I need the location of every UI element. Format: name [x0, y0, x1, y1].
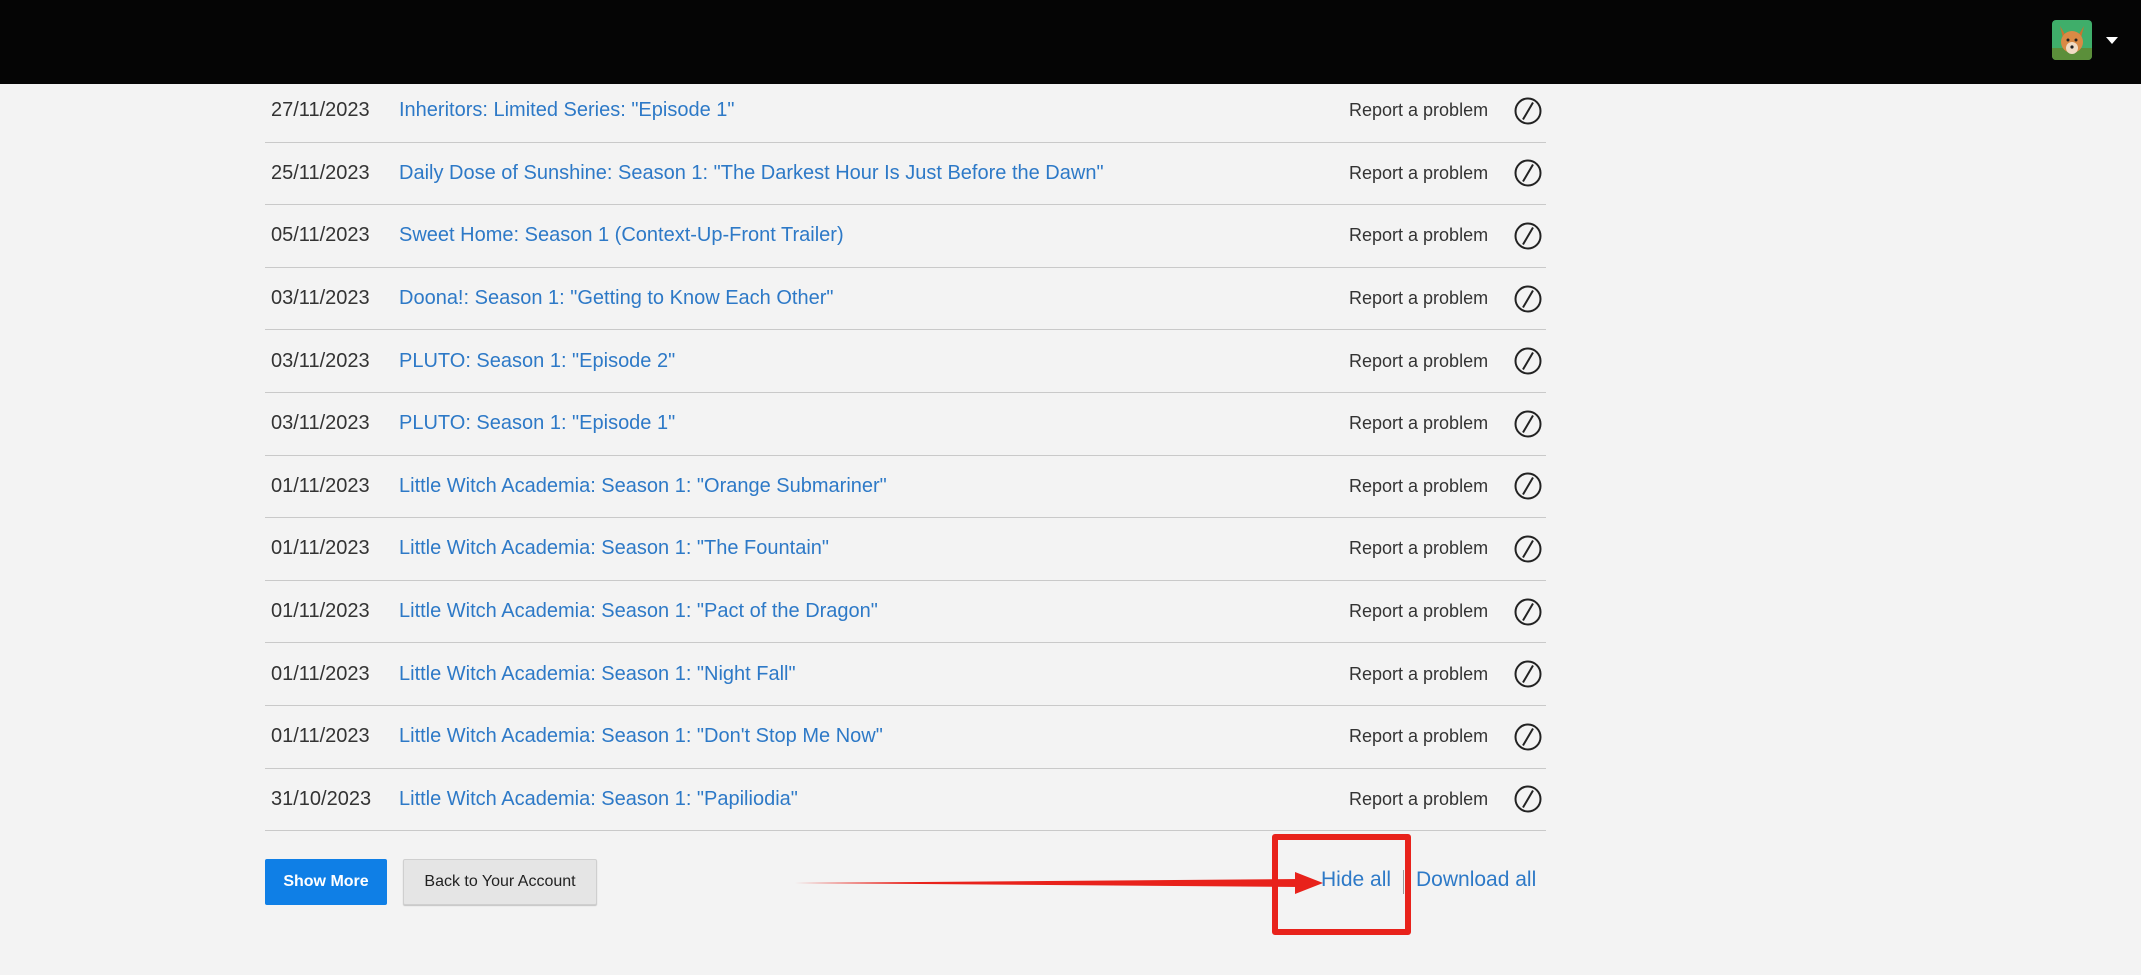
back-to-account-button[interactable]: Back to Your Account: [403, 859, 597, 905]
activity-row: 01/11/2023 Little Witch Academia: Season …: [265, 581, 1546, 644]
report-problem-link[interactable]: Report a problem: [1349, 726, 1488, 747]
row-title-link[interactable]: Little Witch Academia: Season 1: "Orange…: [399, 475, 887, 498]
row-title-link[interactable]: Little Witch Academia: Season 1: "Papili…: [399, 788, 798, 811]
report-problem-link[interactable]: Report a problem: [1349, 225, 1488, 246]
row-date: 25/11/2023: [271, 161, 370, 184]
caret-down-icon[interactable]: [2106, 37, 2118, 44]
row-date: 03/11/2023: [271, 287, 370, 310]
activity-row: 03/11/2023 PLUTO: Season 1: "Episode 2" Re…: [265, 330, 1546, 393]
viewing-activity-list: 07/12/2023Castaway Diva: Limited Series:…: [265, 20, 1546, 832]
report-problem-link[interactable]: Report a problem: [1349, 351, 1488, 372]
hide-from-history-icon[interactable]: [1513, 284, 1543, 314]
link-divider: [1403, 870, 1404, 894]
hide-all-link[interactable]: Hide all: [1321, 868, 1391, 892]
hide-from-history-icon[interactable]: [1513, 534, 1543, 564]
download-all-link[interactable]: Download all: [1416, 868, 1536, 892]
row-date: 01/11/2023: [271, 600, 370, 623]
report-problem-link[interactable]: Report a problem: [1349, 413, 1488, 434]
row-title-link[interactable]: Little Witch Academia: Season 1: "Night …: [399, 663, 796, 686]
row-title-link[interactable]: PLUTO: Season 1: "Episode 1": [399, 412, 675, 435]
row-date: 27/11/2023: [271, 99, 370, 122]
activity-row: 03/11/2023 Doona!: Season 1: "Getting to …: [265, 268, 1546, 331]
report-problem-link[interactable]: Report a problem: [1349, 476, 1488, 497]
row-title-link[interactable]: Doona!: Season 1: "Getting to Know Each …: [399, 287, 833, 310]
report-problem-link[interactable]: Report a problem: [1349, 538, 1488, 559]
fox-avatar-icon[interactable]: [2052, 20, 2092, 60]
hide-from-history-icon[interactable]: [1513, 96, 1543, 126]
report-problem-link[interactable]: Report a problem: [1349, 163, 1488, 184]
report-problem-link[interactable]: Report a problem: [1349, 288, 1488, 309]
activity-row: 05/11/2023 Sweet Home: Season 1 (Context-…: [265, 205, 1546, 268]
row-date: 03/11/2023: [271, 349, 370, 372]
hide-from-history-icon[interactable]: [1513, 471, 1543, 501]
row-title-link[interactable]: Little Witch Academia: Season 1: "Pact o…: [399, 600, 878, 623]
annotation-arrow: [795, 872, 1323, 894]
report-problem-link[interactable]: Report a problem: [1349, 100, 1488, 121]
row-title-link[interactable]: Little Witch Academia: Season 1: "Don't …: [399, 725, 883, 748]
hide-from-history-icon[interactable]: [1513, 784, 1543, 814]
activity-row: 03/11/2023 PLUTO: Season 1: "Episode 1" Re…: [265, 393, 1546, 456]
activity-row: 01/11/2023 Little Witch Academia: Season …: [265, 518, 1546, 581]
row-date: 31/10/2023: [271, 787, 372, 810]
report-problem-link[interactable]: Report a problem: [1349, 789, 1488, 810]
row-date: 01/11/2023: [271, 537, 370, 560]
row-title-link[interactable]: Sweet Home: Season 1 (Context-Up-Front T…: [399, 224, 844, 247]
activity-row: 27/11/2023 Inheritors: Limited Series: "E…: [265, 80, 1546, 143]
row-date: 01/11/2023: [271, 725, 370, 748]
row-date: 03/11/2023: [271, 412, 370, 435]
row-title-link[interactable]: Inheritors: Limited Series: "Episode 1": [399, 99, 734, 122]
activity-row: 01/11/2023 Little Witch Academia: Season …: [265, 643, 1546, 706]
activity-row: 25/11/2023 Daily Dose of Sunshine: Season…: [265, 143, 1546, 206]
hide-from-history-icon[interactable]: [1513, 597, 1543, 627]
row-title-link[interactable]: Daily Dose of Sunshine: Season 1: "The D…: [399, 162, 1104, 185]
hide-from-history-icon[interactable]: [1513, 659, 1543, 689]
row-title-link[interactable]: Little Witch Academia: Season 1: "The Fo…: [399, 537, 829, 560]
row-date: 01/11/2023: [271, 662, 370, 685]
activity-row: 01/11/2023 Little Witch Academia: Season …: [265, 456, 1546, 519]
hide-from-history-icon[interactable]: [1513, 409, 1543, 439]
hide-from-history-icon[interactable]: [1513, 346, 1543, 376]
row-title-link[interactable]: PLUTO: Season 1: "Episode 2": [399, 350, 675, 373]
report-problem-link[interactable]: Report a problem: [1349, 664, 1488, 685]
show-more-button[interactable]: Show More: [265, 859, 387, 905]
hide-from-history-icon[interactable]: [1513, 158, 1543, 188]
row-date: 01/11/2023: [271, 474, 370, 497]
top-header-bar: [0, 0, 2141, 84]
row-date: 05/11/2023: [271, 224, 370, 247]
activity-row: 01/11/2023 Little Witch Academia: Season …: [265, 706, 1546, 769]
activity-row: 31/10/2023 Little Witch Academia: Season …: [265, 769, 1546, 832]
hide-from-history-icon[interactable]: [1513, 722, 1543, 752]
hide-from-history-icon[interactable]: [1513, 221, 1543, 251]
report-problem-link[interactable]: Report a problem: [1349, 601, 1488, 622]
